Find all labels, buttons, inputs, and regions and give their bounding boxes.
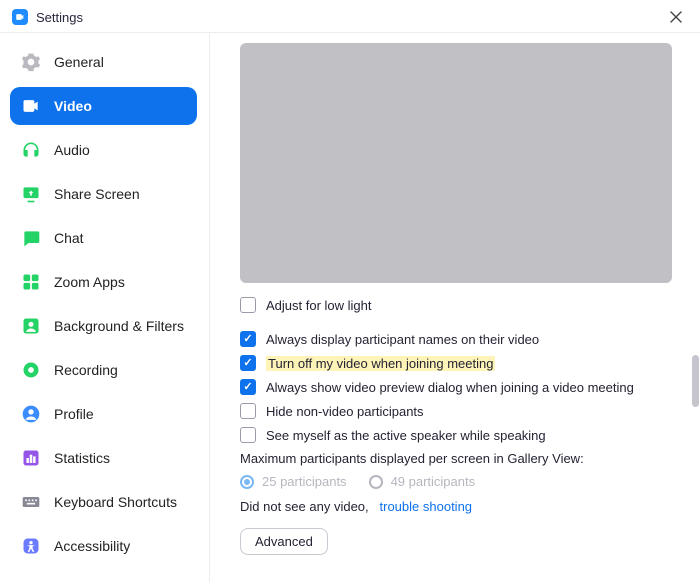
- help-row: Did not see any video, trouble shooting: [240, 499, 672, 514]
- chat-icon: [20, 227, 42, 249]
- recording-icon: [20, 359, 42, 381]
- checkbox-preview-dialog[interactable]: [240, 379, 256, 395]
- label: Always show video preview dialog when jo…: [266, 380, 634, 395]
- gallery-view-label: Maximum participants displayed per scree…: [240, 451, 672, 466]
- label: Adjust for low light: [266, 298, 372, 313]
- sidebar-item-background-filters[interactable]: Background & Filters: [10, 307, 197, 345]
- sidebar-item-keyboard-shortcuts[interactable]: Keyboard Shortcuts: [10, 483, 197, 521]
- sidebar-item-label: Accessibility: [54, 538, 130, 554]
- sidebar-item-label: Audio: [54, 142, 90, 158]
- radio-dot-icon: [369, 475, 383, 489]
- accessibility-icon: [20, 535, 42, 557]
- sidebar-item-label: Recording: [54, 362, 118, 378]
- option-active-speaker: See myself as the active speaker while s…: [240, 427, 672, 443]
- headphones-icon: [20, 139, 42, 161]
- close-button[interactable]: [662, 6, 690, 28]
- sidebar-item-profile[interactable]: Profile: [10, 395, 197, 433]
- troubleshooting-link[interactable]: trouble shooting: [380, 499, 473, 514]
- sidebar-item-label: Keyboard Shortcuts: [54, 494, 177, 510]
- option-adjust-low-light: Adjust for low light: [240, 297, 672, 313]
- sidebar-item-share-screen[interactable]: Share Screen: [10, 175, 197, 213]
- video-icon: [20, 95, 42, 117]
- statistics-icon: [20, 447, 42, 469]
- checkbox-display-names[interactable]: [240, 331, 256, 347]
- sidebar-item-audio[interactable]: Audio: [10, 131, 197, 169]
- app-icon: [12, 9, 28, 25]
- titlebar-left: Settings: [12, 9, 83, 25]
- advanced-button[interactable]: Advanced: [240, 528, 328, 555]
- help-text: Did not see any video,: [240, 499, 369, 514]
- radio-25-participants[interactable]: 25 participants: [240, 474, 347, 489]
- sidebar-item-label: Statistics: [54, 450, 110, 466]
- sidebar-item-label: Profile: [54, 406, 94, 422]
- window-title: Settings: [36, 10, 83, 25]
- video-preview: [240, 43, 672, 283]
- label: Always display participant names on thei…: [266, 332, 539, 347]
- sidebar-item-zoom-apps[interactable]: Zoom Apps: [10, 263, 197, 301]
- label: See myself as the active speaker while s…: [266, 428, 546, 443]
- sidebar-item-label: General: [54, 54, 104, 70]
- checkbox-active-speaker[interactable]: [240, 427, 256, 443]
- label-highlighted: Turn off my video when joining meeting: [266, 356, 495, 371]
- sidebar-item-recording[interactable]: Recording: [10, 351, 197, 389]
- label: Hide non-video participants: [266, 404, 424, 419]
- sidebar-item-general[interactable]: General: [10, 43, 197, 81]
- scrollbar-thumb[interactable]: [692, 355, 699, 407]
- gear-icon: [20, 51, 42, 73]
- sidebar-item-accessibility[interactable]: Accessibility: [10, 527, 197, 565]
- sidebar-item-video[interactable]: Video: [10, 87, 197, 125]
- option-turn-off-video: Turn off my video when joining meeting: [240, 355, 672, 371]
- share-screen-icon: [20, 183, 42, 205]
- body: General Video Audio Share Screen Chat: [0, 33, 700, 582]
- apps-icon: [20, 271, 42, 293]
- sidebar-item-label: Video: [54, 98, 92, 114]
- checkbox-turn-off-video[interactable]: [240, 355, 256, 371]
- background-icon: [20, 315, 42, 337]
- profile-icon: [20, 403, 42, 425]
- content-panel: Adjust for low light Always display part…: [210, 33, 700, 582]
- option-display-names: Always display participant names on thei…: [240, 331, 672, 347]
- radio-label: 49 participants: [391, 474, 476, 489]
- titlebar: Settings: [0, 0, 700, 33]
- video-options-section: Always display participant names on thei…: [240, 331, 672, 555]
- sidebar-item-label: Share Screen: [54, 186, 140, 202]
- checkbox-adjust-low-light[interactable]: [240, 297, 256, 313]
- radio-49-participants[interactable]: 49 participants: [369, 474, 476, 489]
- sidebar-item-label: Chat: [54, 230, 84, 246]
- sidebar-item-statistics[interactable]: Statistics: [10, 439, 197, 477]
- sidebar-item-label: Background & Filters: [54, 318, 184, 334]
- checkbox-hide-nonvideo[interactable]: [240, 403, 256, 419]
- sidebar: General Video Audio Share Screen Chat: [0, 33, 210, 582]
- keyboard-icon: [20, 491, 42, 513]
- radio-dot-icon: [240, 475, 254, 489]
- radio-label: 25 participants: [262, 474, 347, 489]
- sidebar-item-chat[interactable]: Chat: [10, 219, 197, 257]
- option-preview-dialog: Always show video preview dialog when jo…: [240, 379, 672, 395]
- close-icon: [670, 11, 682, 23]
- option-hide-nonvideo: Hide non-video participants: [240, 403, 672, 419]
- sidebar-item-label: Zoom Apps: [54, 274, 125, 290]
- gallery-radio-group: 25 participants 49 participants: [240, 474, 672, 489]
